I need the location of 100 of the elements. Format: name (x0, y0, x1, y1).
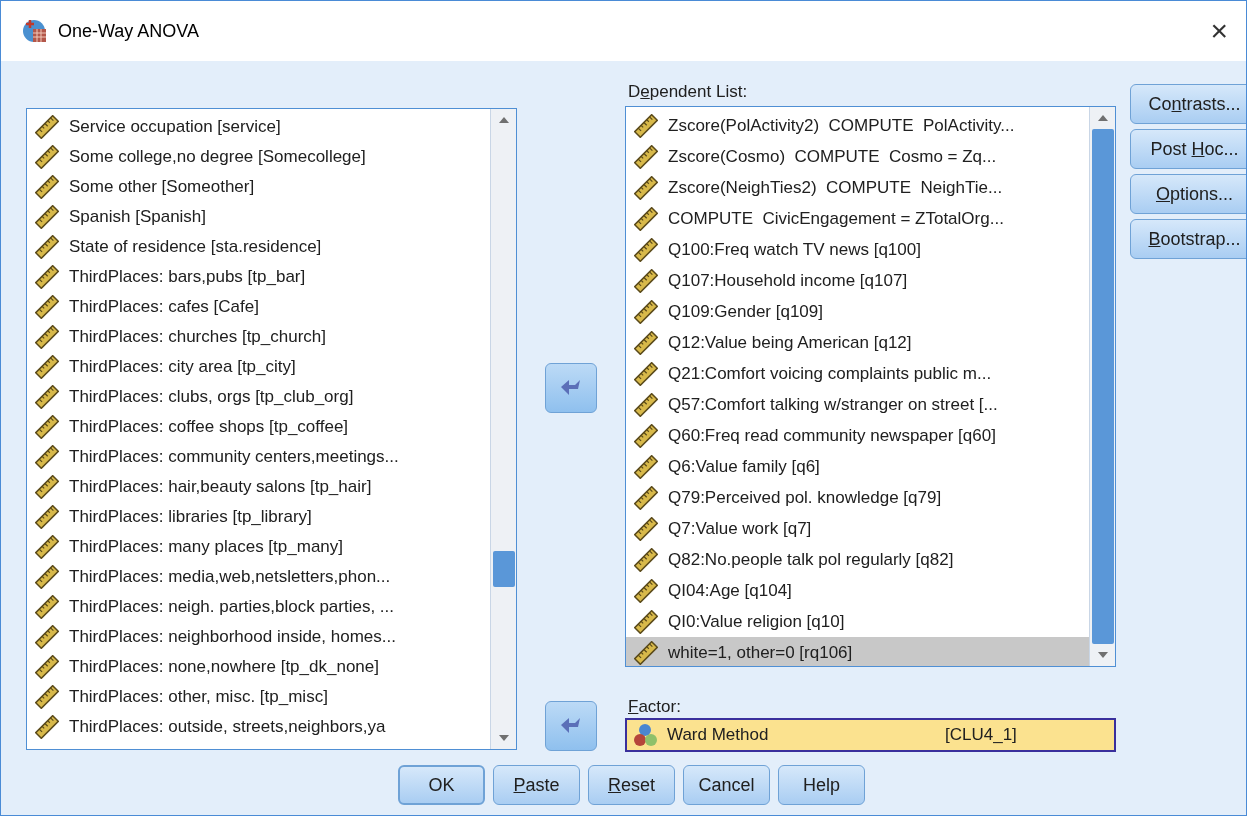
variable-label: State of residence [sta.residence] (69, 236, 322, 259)
variable-label: Some college,no degree [Somecollege] (69, 146, 366, 169)
dialog-button[interactable]: Paste (493, 765, 580, 805)
list-item[interactable]: Service occupation [service] (27, 112, 490, 142)
variable-label: Some other [Someother] (69, 176, 255, 199)
variable-label: Q79:Perceived pol. knowledge [q79] (668, 486, 942, 509)
list-item[interactable]: Q60:Freq read community newspaper [q60] (626, 420, 1089, 451)
variable-label: ThirdPlaces: none,nowhere [tp_dk_none] (69, 656, 379, 679)
factor-field[interactable]: Ward Method [CLU4_1] (625, 718, 1116, 752)
scrollbar[interactable] (490, 109, 516, 749)
variable-label: ThirdPlaces: city area [tp_city] (69, 356, 296, 379)
list-item[interactable]: ThirdPlaces: churches [tp_church] (27, 322, 490, 352)
list-item[interactable]: white=1, other=0 [rq106] (626, 637, 1089, 666)
list-item[interactable]: ThirdPlaces: community centers,meetings... (27, 442, 490, 472)
factor-name: Ward Method (667, 724, 770, 747)
list-item[interactable]: ThirdPlaces: coffee shops [tp_coffee] (27, 412, 490, 442)
variable-label: Q21:Comfort voicing complaints public m... (668, 362, 992, 385)
list-item[interactable]: ThirdPlaces: libraries [tp_library] (27, 502, 490, 532)
list-item[interactable]: Some other [Someother] (27, 172, 490, 202)
list-item[interactable]: Q79:Perceived pol. knowledge [q79] (626, 482, 1089, 513)
variable-label: QI0:Value religion [q10] (668, 610, 845, 633)
variable-label: Q109:Gender [q109] (668, 300, 823, 323)
dialog-button[interactable]: Reset (588, 765, 675, 805)
list-item[interactable]: ThirdPlaces: clubs, orgs [tp_club_org] (27, 382, 490, 412)
scrollbar[interactable] (1089, 107, 1115, 666)
dependent-list-label: Dependent List: (627, 81, 749, 103)
list-item[interactable]: Q100:Freq watch TV news [q100] (626, 234, 1089, 265)
variable-label: Service occupation [service] (69, 116, 281, 139)
variable-label: Q6:Value family [q6] (668, 455, 820, 478)
variable-label: QI04:Age [q104] (668, 579, 792, 602)
variable-label: Q107:Household income [q107] (668, 269, 908, 292)
variable-label: Zscore(Cosmo) COMPUTE Cosmo = Zq... (668, 145, 997, 168)
variable-label: Q7:Value work [q7] (668, 517, 812, 540)
list-item[interactable]: QI04:Age [q104] (626, 575, 1089, 606)
list-item[interactable]: Q109:Gender [q109] (626, 296, 1089, 327)
variable-label: ThirdPlaces: many places [tp_many] (69, 536, 343, 559)
list-item[interactable]: Q82:No.people talk pol regularly [q82] (626, 544, 1089, 575)
variable-label: Q12:Value being American [q12] (668, 331, 912, 354)
variable-label: white=1, other=0 [rq106] (668, 641, 853, 664)
dialog-button[interactable]: Bootstrap... (1130, 219, 1246, 259)
window-title: One-Way ANOVA (58, 19, 200, 43)
dialog-button[interactable]: Post Hoc... (1130, 129, 1246, 169)
variable-label: ThirdPlaces: neigh. parties,block parties, ... (69, 596, 395, 619)
list-item[interactable]: Spanish [Spanish] (27, 202, 490, 232)
factor-variable: [CLU4_1] (945, 724, 1017, 747)
list-item[interactable]: ThirdPlaces: neigh. parties,block parties, ... (27, 592, 490, 622)
list-item[interactable]: ThirdPlaces: bars,pubs [tp_bar] (27, 262, 490, 292)
list-item[interactable]: State of residence [sta.residence] (27, 232, 490, 262)
close-button[interactable]: × (1210, 16, 1228, 46)
variable-label: ThirdPlaces: bars,pubs [tp_bar] (69, 266, 306, 289)
list-item[interactable]: ThirdPlaces: none,nowhere [tp_dk_none] (27, 652, 490, 682)
list-item[interactable]: Q57:Comfort talking w/stranger on street [... (626, 389, 1089, 420)
nominal-icon (633, 723, 659, 747)
variable-label: ThirdPlaces: cafes [Cafe] (69, 296, 259, 319)
variable-label: ThirdPlaces: other, misc. [tp_misc] (69, 686, 328, 709)
variable-label: ThirdPlaces: hair,beauty salons [tp_hair] (69, 476, 372, 499)
variable-label: COMPUTE CivicEngagement = ZTotalOrg... (668, 207, 1004, 230)
list-item[interactable]: ThirdPlaces: outside, streets,neighbors,ya (27, 712, 490, 742)
factor-label: Factor: (627, 696, 682, 718)
variable-label: Q82:No.people talk pol regularly [q82] (668, 548, 954, 571)
dialog-button[interactable]: Help (778, 765, 865, 805)
variable-label: ThirdPlaces: coffee shops [tp_coffee] (69, 416, 349, 439)
list-item[interactable]: Q107:Household income [q107] (626, 265, 1089, 296)
list-item[interactable]: ThirdPlaces: many places [tp_many] (27, 532, 490, 562)
variable-label: ThirdPlaces: libraries [tp_library] (69, 506, 312, 529)
list-item[interactable]: Zscore(Cosmo) COMPUTE Cosmo = Zq... (626, 141, 1089, 172)
variable-label: Q100:Freq watch TV news [q100] (668, 238, 921, 261)
list-item[interactable]: ThirdPlaces: hair,beauty salons [tp_hair] (27, 472, 490, 502)
list-item[interactable]: Zscore(NeighTies2) COMPUTE NeighTie... (626, 172, 1089, 203)
list-item[interactable]: COMPUTE CivicEngagement = ZTotalOrg... (626, 203, 1089, 234)
list-item[interactable]: ThirdPlaces: other, misc. [tp_misc] (27, 682, 490, 712)
list-item[interactable]: ThirdPlaces: neighborhood inside, homes... (27, 622, 490, 652)
variable-label: Spanish [Spanish] (69, 206, 207, 229)
dialog-button[interactable]: Contrasts... (1130, 84, 1246, 124)
scroll-thumb[interactable] (492, 551, 515, 587)
list-item[interactable]: Q7:Value work [q7] (626, 513, 1089, 544)
dialog-button[interactable]: Options... (1130, 174, 1246, 214)
variable-label: ThirdPlaces: media,web,netsletters,phon... (69, 566, 391, 589)
variable-label: Q57:Comfort talking w/stranger on street [... (668, 393, 998, 416)
variable-label: ThirdPlaces: outside, streets,neighbors,ya (69, 716, 386, 739)
list-item[interactable]: Q21:Comfort voicing complaints public m... (626, 358, 1089, 389)
list-item[interactable]: Zscore(PolActivity2) COMPUTE PolActivity... (626, 110, 1089, 141)
dialog-button[interactable]: Cancel (683, 765, 770, 805)
list-item[interactable]: ThirdPlaces: media,web,netsletters,phon... (27, 562, 490, 592)
scroll-thumb[interactable] (1091, 129, 1114, 644)
list-item[interactable]: QI0:Value religion [q10] (626, 606, 1089, 637)
variable-label: Zscore(PolActivity2) COMPUTE PolActivity... (668, 114, 1015, 137)
list-item[interactable]: Q12:Value being American [q12] (626, 327, 1089, 358)
variable-label: ThirdPlaces: community centers,meetings... (69, 446, 399, 469)
list-item[interactable]: ThirdPlaces: cafes [Cafe] (27, 292, 490, 322)
list-item[interactable]: Q6:Value family [q6] (626, 451, 1089, 482)
dialog-button[interactable]: OK (398, 765, 485, 805)
move-arrow-button[interactable] (545, 701, 597, 751)
list-item[interactable]: ThirdPlaces: city area [tp_city] (27, 352, 490, 382)
move-arrow-button[interactable] (545, 363, 597, 413)
list-item[interactable]: Some college,no degree [Somecollege] (27, 142, 490, 172)
variable-label: ThirdPlaces: clubs, orgs [tp_club_org] (69, 386, 354, 409)
variable-label: Zscore(NeighTies2) COMPUTE NeighTie... (668, 176, 1003, 199)
variable-label: ThirdPlaces: neighborhood inside, homes... (69, 626, 396, 649)
app-icon (22, 18, 48, 44)
